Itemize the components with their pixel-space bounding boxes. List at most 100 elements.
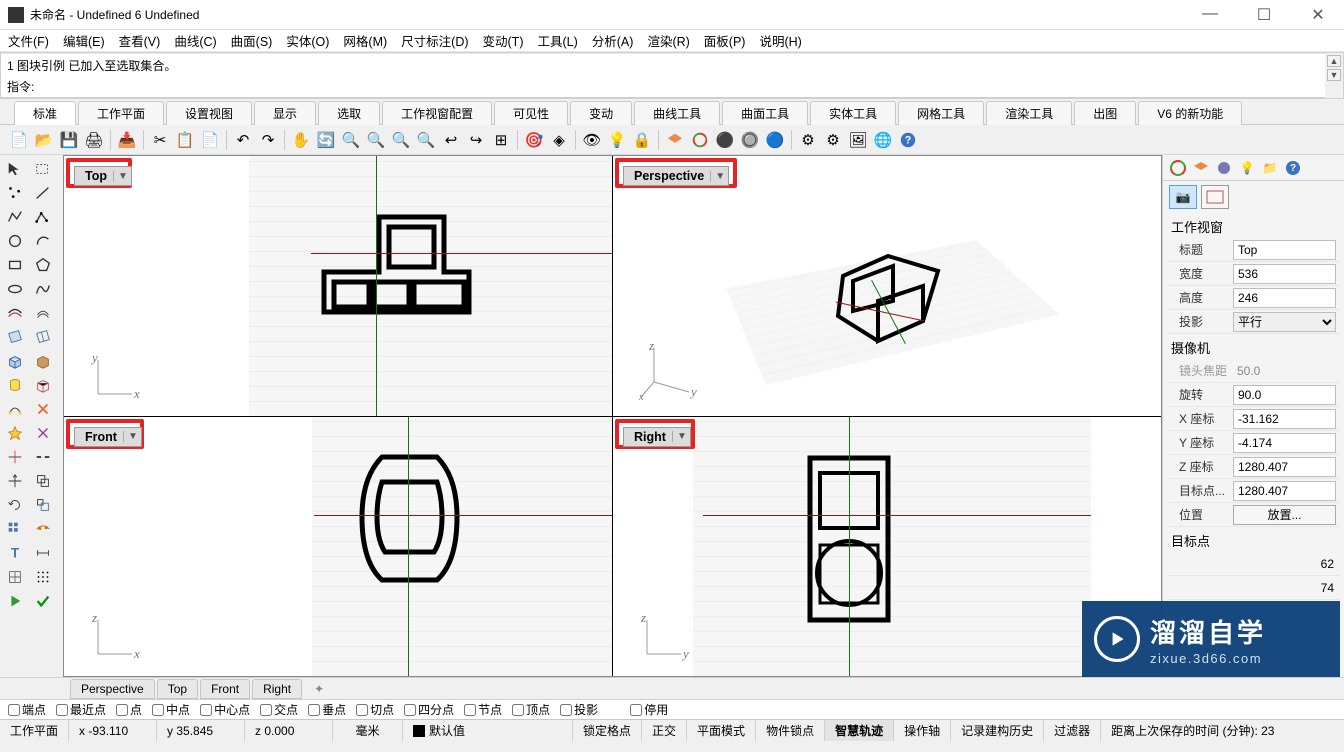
new-icon[interactable]: 📄: [8, 129, 30, 151]
prop-z-input[interactable]: [1233, 457, 1336, 477]
prop-place-button[interactable]: 放置...: [1233, 505, 1336, 525]
chevron-down-icon[interactable]: ▼: [113, 171, 123, 182]
status-smarttrack[interactable]: 智慧轨迹: [825, 720, 894, 741]
menu-curve[interactable]: 曲线(C): [174, 31, 216, 50]
viewport-perspective[interactable]: Perspective▼ yzx: [613, 156, 1161, 416]
tab-surfacetools[interactable]: 曲面工具: [722, 101, 808, 125]
mesh-tools-icon[interactable]: [30, 374, 56, 396]
prop-width-input[interactable]: [1233, 264, 1336, 284]
status-filter[interactable]: 过滤器: [1044, 720, 1101, 741]
show-icon[interactable]: 👁: [581, 129, 603, 151]
box-icon[interactable]: [2, 350, 28, 372]
explode-icon[interactable]: [2, 422, 28, 444]
hide-icon[interactable]: 💡: [606, 129, 628, 151]
osnap-disable[interactable]: 停用: [630, 701, 668, 718]
osnap-quad[interactable]: 四分点: [404, 701, 454, 718]
menu-render[interactable]: 渲染(R): [647, 31, 689, 50]
wallpaper-mode-button[interactable]: [1201, 185, 1229, 209]
osnap-mid[interactable]: 中点: [152, 701, 190, 718]
osnap-near[interactable]: 最近点: [56, 701, 106, 718]
polyline-edit-icon[interactable]: [30, 206, 56, 228]
zoom-selected-icon[interactable]: 🔍: [390, 129, 412, 151]
extrude-icon[interactable]: [2, 374, 28, 396]
camera-mode-button[interactable]: 📷: [1169, 185, 1197, 209]
menu-dimension[interactable]: 尺寸标注(D): [401, 31, 468, 50]
menu-help[interactable]: 说明(H): [759, 31, 801, 50]
status-planar[interactable]: 平面模式: [687, 720, 756, 741]
arc-icon[interactable]: [30, 230, 56, 252]
texture-icon[interactable]: 🔵: [764, 129, 786, 151]
pan-icon[interactable]: ✋: [290, 129, 312, 151]
chevron-down-icon[interactable]: ▼: [123, 431, 133, 442]
redo-view-icon[interactable]: ↪: [465, 129, 487, 151]
zoom-dynamic-icon[interactable]: 🔍: [415, 129, 437, 151]
status-gumball[interactable]: 操作轴: [894, 720, 951, 741]
maximize-button[interactable]: ☐: [1246, 5, 1282, 25]
raytrace-icon[interactable]: 🌐: [872, 129, 894, 151]
render-icon[interactable]: 🖼: [847, 129, 869, 151]
properties-tab-icon[interactable]: [1169, 159, 1187, 177]
cut-icon[interactable]: ✂: [149, 129, 171, 151]
tab-setview[interactable]: 设置视图: [166, 101, 252, 125]
tab-drafting[interactable]: 出图: [1074, 101, 1136, 125]
menu-view[interactable]: 查看(V): [119, 31, 161, 50]
help-tab-icon[interactable]: ?: [1284, 159, 1302, 177]
cplane-icon[interactable]: 🎯: [523, 129, 545, 151]
zoom-window-icon[interactable]: 🔍: [340, 129, 362, 151]
status-unit[interactable]: 毫米: [333, 720, 403, 741]
menu-transform[interactable]: 变动(T): [483, 31, 524, 50]
doc-properties-icon[interactable]: ⚙: [822, 129, 844, 151]
menu-tools[interactable]: 工具(L): [537, 31, 577, 50]
viewport-front[interactable]: Front▼ xz: [64, 417, 612, 677]
four-view-icon[interactable]: ⊞: [490, 129, 512, 151]
paste-icon[interactable]: 📄: [199, 129, 221, 151]
mesh-icon[interactable]: [2, 566, 28, 588]
chevron-down-icon[interactable]: ▼: [672, 431, 682, 442]
menu-file[interactable]: 文件(F): [8, 31, 49, 50]
edit-points-icon[interactable]: [2, 398, 28, 420]
viewport-right[interactable]: Right▼ yz: [613, 417, 1161, 677]
import-icon[interactable]: 📥: [116, 129, 138, 151]
save-icon[interactable]: 💾: [58, 129, 80, 151]
status-layer[interactable]: 默认值: [403, 720, 573, 741]
pointer-icon[interactable]: [2, 158, 28, 180]
join-icon[interactable]: [30, 422, 56, 444]
prop-projection-select[interactable]: 平行: [1233, 312, 1336, 332]
curve-icon[interactable]: [30, 278, 56, 300]
menu-solid[interactable]: 实体(O): [286, 31, 329, 50]
menu-mesh[interactable]: 网格(M): [343, 31, 387, 50]
osnap-vertex[interactable]: 顶点: [512, 701, 550, 718]
ellipse-icon[interactable]: [2, 278, 28, 300]
text-icon[interactable]: T: [2, 542, 28, 564]
lasso-icon[interactable]: [30, 158, 56, 180]
properties-icon[interactable]: [689, 129, 711, 151]
close-button[interactable]: ✕: [1300, 5, 1336, 25]
lock-icon[interactable]: 🔒: [631, 129, 653, 151]
split-icon[interactable]: [30, 446, 56, 468]
osnap-cen[interactable]: 中心点: [200, 701, 250, 718]
menu-panels[interactable]: 面板(P): [704, 31, 746, 50]
prop-height-input[interactable]: [1233, 288, 1336, 308]
tab-curvetools[interactable]: 曲线工具: [634, 101, 720, 125]
polyline-icon[interactable]: [2, 206, 28, 228]
layers-icon[interactable]: [664, 129, 686, 151]
menu-analyze[interactable]: 分析(A): [592, 31, 634, 50]
tab-viewport[interactable]: 工作视窗配置: [382, 101, 492, 125]
tab-select[interactable]: 选取: [318, 101, 380, 125]
status-history[interactable]: 记录建构历史: [951, 720, 1044, 741]
open-icon[interactable]: 📂: [33, 129, 55, 151]
prop-target-input[interactable]: [1233, 481, 1336, 501]
osnap-perp[interactable]: 垂点: [308, 701, 346, 718]
help-icon[interactable]: ?: [897, 129, 919, 151]
prop-y-input[interactable]: [1233, 433, 1336, 453]
dimension-icon[interactable]: [30, 542, 56, 564]
circle-icon[interactable]: [2, 230, 28, 252]
tab-cplane[interactable]: 工作平面: [78, 101, 164, 125]
print-icon[interactable]: 🖨: [83, 129, 105, 151]
command-input[interactable]: [38, 78, 1319, 96]
rendering-tab-icon[interactable]: 💡: [1238, 159, 1256, 177]
viewport-top[interactable]: Top▼ xy: [64, 156, 612, 416]
solid-edit-icon[interactable]: [30, 350, 56, 372]
material-icon[interactable]: ⚫: [714, 129, 736, 151]
libraries-tab-icon[interactable]: 📁: [1261, 159, 1279, 177]
